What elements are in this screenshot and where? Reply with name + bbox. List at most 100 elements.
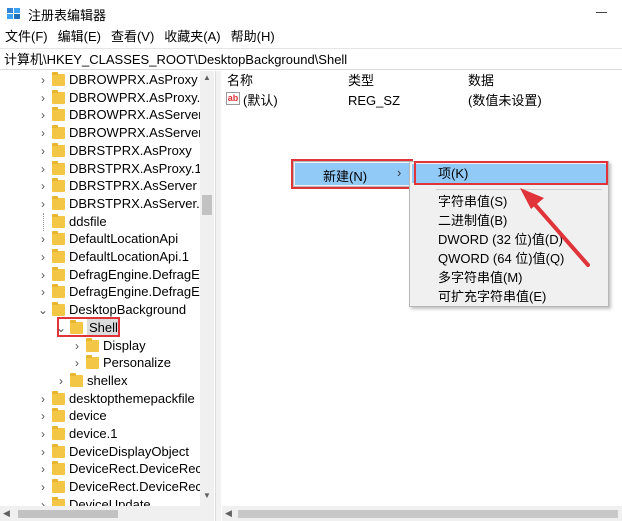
tree-item[interactable]: › DBRSTPRX.AsServer (0, 177, 200, 195)
tree-item[interactable]: › Personalize (0, 354, 200, 372)
submenu-item-multistring[interactable]: 多字符串值(M) (412, 268, 606, 287)
tree-item[interactable]: › DBROWPRX.AsServer. (0, 124, 200, 142)
tree-item-label: DefaultLocationApi.1 (69, 249, 189, 264)
chevron-right-icon[interactable]: › (38, 89, 48, 107)
menu-favorites[interactable]: 收藏夹(A) (159, 26, 225, 48)
regedit-icon (7, 8, 20, 19)
tree-item[interactable]: › DBRSTPRX.AsProxy (0, 142, 200, 160)
scroll-down-icon[interactable]: ▼ (203, 491, 211, 500)
tree-item[interactable]: › Display (0, 337, 200, 355)
folder-icon (52, 302, 65, 317)
scroll-thumb[interactable] (202, 195, 212, 215)
folder-icon (52, 125, 65, 140)
tree-item[interactable]: › DefaultLocationApi (0, 230, 200, 248)
scroll-up-icon[interactable]: ▲ (203, 73, 211, 82)
tree-item[interactable]: › DefaultLocationApi.1 (0, 248, 200, 266)
tree-item-label: DeviceRect.DeviceRec (69, 479, 200, 495)
menu-help[interactable]: 帮助(H) (226, 26, 280, 48)
menu-view[interactable]: 查看(V) (106, 26, 159, 48)
chevron-right-icon[interactable]: › (38, 425, 48, 443)
folder-icon (52, 160, 65, 175)
tree-item[interactable]: › desktopthemepackfile (0, 390, 200, 408)
folder-icon (52, 461, 65, 476)
chevron-right-icon[interactable]: › (72, 337, 82, 355)
value-name: (默认) (243, 93, 278, 108)
chevron-down-icon[interactable]: ⌄ (38, 301, 48, 319)
chevron-right-icon[interactable]: › (38, 160, 48, 178)
folder-icon (52, 72, 65, 86)
chevron-right-icon[interactable]: › (38, 142, 48, 160)
menu-edit[interactable]: 编辑(E) (53, 26, 106, 48)
folder-icon (52, 213, 65, 228)
tree-item[interactable]: › DefragEngine.DefragE (0, 266, 200, 284)
tree-item[interactable]: › device (0, 407, 200, 425)
tree-item[interactable]: › device.1 (0, 425, 200, 443)
submenu-item-qword[interactable]: QWORD (64 位)值(Q) (412, 249, 606, 268)
chevron-right-icon[interactable]: › (38, 71, 48, 89)
chevron-right-icon[interactable]: › (56, 372, 66, 390)
folder-icon (52, 249, 65, 263)
chevron-right-icon[interactable]: › (38, 478, 48, 496)
menu-file[interactable]: 文件(F) (0, 26, 53, 48)
submenu-item-dword[interactable]: DWORD (32 位)值(D) (412, 230, 606, 249)
chevron-right-icon[interactable]: › (38, 496, 48, 506)
scroll-left-icon[interactable]: ◀ (3, 508, 10, 519)
submenu-item-expandstring[interactable]: 可扩充字符串值(E) (412, 287, 606, 306)
tree-horizontal-scrollbar[interactable]: ◀ (0, 506, 214, 521)
address-bar[interactable]: 计算机\HKEY_CLASSES_ROOT\DesktopBackground\… (0, 48, 622, 70)
folder-icon (52, 142, 65, 157)
chevron-right-icon[interactable]: › (38, 124, 48, 142)
tree-item-label: desktopthemepackfile (69, 390, 195, 406)
tree-item[interactable]: › DeviceUpdate (0, 496, 200, 506)
value-type: REG_SZ (348, 93, 401, 108)
submenu-item-binary[interactable]: 二进制值(B) (412, 211, 606, 230)
minimize-icon[interactable] (596, 12, 607, 13)
tree-item[interactable]: › DBRSTPRX.AsProxy.1 (0, 160, 200, 178)
tree-item[interactable]: › DeviceDisplayObject (0, 443, 200, 461)
chevron-right-icon[interactable]: › (38, 390, 48, 408)
tree-item[interactable]: ddsfile (0, 212, 200, 231)
tree-item-label: DefragEngine.DefragE (69, 266, 200, 282)
tree-item[interactable]: › DBROWPRX.AsServer (0, 106, 200, 124)
folder-icon (52, 496, 65, 506)
chevron-right-icon[interactable]: › (38, 460, 48, 478)
folder-icon (52, 266, 65, 281)
tree-item-label: device.1 (69, 426, 118, 441)
column-name[interactable]: 名称 (227, 71, 253, 91)
scroll-thumb[interactable] (18, 510, 118, 518)
column-data[interactable]: 数据 (468, 71, 494, 91)
folder-icon (52, 284, 65, 299)
tree-item[interactable]: › DeviceRect.DeviceRec (0, 460, 200, 478)
tree-item[interactable]: › DBRSTPRX.AsServer.1 (0, 195, 200, 213)
chevron-right-icon[interactable]: › (72, 354, 82, 372)
tree-item[interactable]: › DefragEngine.DefragE (0, 283, 200, 301)
chevron-right-icon[interactable]: › (38, 407, 48, 425)
submenu-item-string[interactable]: 字符串值(S) (412, 192, 606, 211)
tree-vertical-scrollbar[interactable]: ▲ ▼ (200, 71, 214, 506)
chevron-right-icon[interactable]: › (38, 443, 48, 461)
tree-item-label: DeviceUpdate (69, 496, 151, 506)
list-item[interactable]: ab (默认) REG_SZ (数值未设置) (222, 92, 622, 110)
folder-icon (52, 178, 65, 193)
chevron-right-icon[interactable]: › (38, 230, 48, 248)
folder-icon (86, 355, 99, 370)
tree-item[interactable]: › DeviceRect.DeviceRec (0, 478, 200, 496)
tree-item[interactable]: › DBROWPRX.AsProxy (0, 71, 200, 89)
tree-item[interactable]: › shellex (0, 372, 200, 390)
pane-splitter[interactable] (215, 71, 221, 521)
folder-icon (52, 408, 65, 423)
chevron-right-icon[interactable]: › (38, 177, 48, 195)
scroll-left-icon[interactable]: ◀ (225, 508, 232, 519)
folder-icon (52, 443, 65, 458)
chevron-right-icon[interactable]: › (38, 248, 48, 266)
tree-item-label: DBROWPRX.AsServer. (69, 125, 200, 141)
chevron-right-icon[interactable]: › (38, 266, 48, 284)
chevron-right-icon[interactable]: › (38, 283, 48, 301)
column-type[interactable]: 类型 (348, 71, 374, 91)
window-title: 注册表编辑器 (28, 8, 107, 23)
tree-item[interactable]: › DBROWPRX.AsProxy.1 (0, 89, 200, 107)
chevron-right-icon[interactable]: › (38, 195, 48, 213)
scroll-thumb[interactable] (238, 510, 618, 518)
chevron-right-icon[interactable]: › (38, 106, 48, 124)
list-horizontal-scrollbar[interactable]: ◀ (222, 506, 622, 521)
